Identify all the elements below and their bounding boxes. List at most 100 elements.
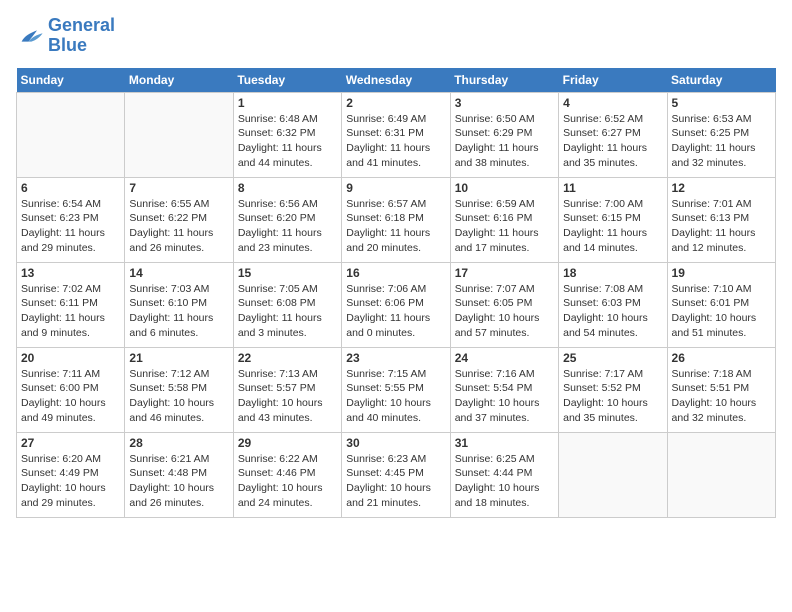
cell-content: Sunrise: 6:50 AM Sunset: 6:29 PM Dayligh…	[455, 112, 554, 171]
day-number: 4	[563, 96, 662, 110]
day-number: 3	[455, 96, 554, 110]
day-number: 5	[672, 96, 771, 110]
calendar-cell: 12 Sunrise: 7:01 AM Sunset: 6:13 PM Dayl…	[667, 177, 775, 262]
cell-content: Sunrise: 7:06 AM Sunset: 6:06 PM Dayligh…	[346, 282, 445, 341]
cell-content: Sunrise: 7:13 AM Sunset: 5:57 PM Dayligh…	[238, 367, 337, 426]
day-header: Monday	[125, 68, 233, 93]
cell-content: Sunrise: 6:59 AM Sunset: 6:16 PM Dayligh…	[455, 197, 554, 256]
calendar-cell: 24 Sunrise: 7:16 AM Sunset: 5:54 PM Dayl…	[450, 347, 558, 432]
calendar-cell: 2 Sunrise: 6:49 AM Sunset: 6:31 PM Dayli…	[342, 92, 450, 177]
calendar-cell: 21 Sunrise: 7:12 AM Sunset: 5:58 PM Dayl…	[125, 347, 233, 432]
cell-content: Sunrise: 7:02 AM Sunset: 6:11 PM Dayligh…	[21, 282, 120, 341]
cell-content: Sunrise: 7:08 AM Sunset: 6:03 PM Dayligh…	[563, 282, 662, 341]
calendar-cell	[667, 432, 775, 517]
day-number: 31	[455, 436, 554, 450]
day-number: 15	[238, 266, 337, 280]
calendar-cell: 7 Sunrise: 6:55 AM Sunset: 6:22 PM Dayli…	[125, 177, 233, 262]
day-header: Wednesday	[342, 68, 450, 93]
calendar-cell: 31 Sunrise: 6:25 AM Sunset: 4:44 PM Dayl…	[450, 432, 558, 517]
cell-content: Sunrise: 7:16 AM Sunset: 5:54 PM Dayligh…	[455, 367, 554, 426]
logo-text: General Blue	[48, 16, 115, 56]
day-number: 24	[455, 351, 554, 365]
calendar-cell: 6 Sunrise: 6:54 AM Sunset: 6:23 PM Dayli…	[17, 177, 125, 262]
calendar-cell: 9 Sunrise: 6:57 AM Sunset: 6:18 PM Dayli…	[342, 177, 450, 262]
calendar-cell: 16 Sunrise: 7:06 AM Sunset: 6:06 PM Dayl…	[342, 262, 450, 347]
day-number: 14	[129, 266, 228, 280]
cell-content: Sunrise: 7:15 AM Sunset: 5:55 PM Dayligh…	[346, 367, 445, 426]
day-number: 1	[238, 96, 337, 110]
calendar-cell: 1 Sunrise: 6:48 AM Sunset: 6:32 PM Dayli…	[233, 92, 341, 177]
cell-content: Sunrise: 6:48 AM Sunset: 6:32 PM Dayligh…	[238, 112, 337, 171]
day-number: 18	[563, 266, 662, 280]
day-number: 19	[672, 266, 771, 280]
calendar-cell: 19 Sunrise: 7:10 AM Sunset: 6:01 PM Dayl…	[667, 262, 775, 347]
cell-content: Sunrise: 7:17 AM Sunset: 5:52 PM Dayligh…	[563, 367, 662, 426]
cell-content: Sunrise: 7:07 AM Sunset: 6:05 PM Dayligh…	[455, 282, 554, 341]
day-header: Saturday	[667, 68, 775, 93]
calendar-cell: 25 Sunrise: 7:17 AM Sunset: 5:52 PM Dayl…	[559, 347, 667, 432]
cell-content: Sunrise: 7:00 AM Sunset: 6:15 PM Dayligh…	[563, 197, 662, 256]
day-number: 12	[672, 181, 771, 195]
cell-content: Sunrise: 7:01 AM Sunset: 6:13 PM Dayligh…	[672, 197, 771, 256]
day-number: 7	[129, 181, 228, 195]
calendar-cell: 20 Sunrise: 7:11 AM Sunset: 6:00 PM Dayl…	[17, 347, 125, 432]
day-header: Sunday	[17, 68, 125, 93]
cell-content: Sunrise: 6:53 AM Sunset: 6:25 PM Dayligh…	[672, 112, 771, 171]
day-number: 29	[238, 436, 337, 450]
cell-content: Sunrise: 7:03 AM Sunset: 6:10 PM Dayligh…	[129, 282, 228, 341]
day-number: 10	[455, 181, 554, 195]
day-number: 28	[129, 436, 228, 450]
calendar-cell	[125, 92, 233, 177]
calendar-table: SundayMondayTuesdayWednesdayThursdayFrid…	[16, 68, 776, 518]
day-header: Friday	[559, 68, 667, 93]
calendar-cell: 10 Sunrise: 6:59 AM Sunset: 6:16 PM Dayl…	[450, 177, 558, 262]
day-number: 25	[563, 351, 662, 365]
day-number: 21	[129, 351, 228, 365]
cell-content: Sunrise: 6:54 AM Sunset: 6:23 PM Dayligh…	[21, 197, 120, 256]
cell-content: Sunrise: 6:55 AM Sunset: 6:22 PM Dayligh…	[129, 197, 228, 256]
calendar-cell: 14 Sunrise: 7:03 AM Sunset: 6:10 PM Dayl…	[125, 262, 233, 347]
calendar-cell: 11 Sunrise: 7:00 AM Sunset: 6:15 PM Dayl…	[559, 177, 667, 262]
day-number: 23	[346, 351, 445, 365]
cell-content: Sunrise: 6:52 AM Sunset: 6:27 PM Dayligh…	[563, 112, 662, 171]
day-number: 9	[346, 181, 445, 195]
calendar-cell: 4 Sunrise: 6:52 AM Sunset: 6:27 PM Dayli…	[559, 92, 667, 177]
calendar-cell: 29 Sunrise: 6:22 AM Sunset: 4:46 PM Dayl…	[233, 432, 341, 517]
cell-content: Sunrise: 6:49 AM Sunset: 6:31 PM Dayligh…	[346, 112, 445, 171]
day-number: 6	[21, 181, 120, 195]
page-header: General Blue	[16, 16, 776, 56]
calendar-cell: 22 Sunrise: 7:13 AM Sunset: 5:57 PM Dayl…	[233, 347, 341, 432]
cell-content: Sunrise: 7:11 AM Sunset: 6:00 PM Dayligh…	[21, 367, 120, 426]
calendar-cell: 18 Sunrise: 7:08 AM Sunset: 6:03 PM Dayl…	[559, 262, 667, 347]
calendar-cell: 27 Sunrise: 6:20 AM Sunset: 4:49 PM Dayl…	[17, 432, 125, 517]
cell-content: Sunrise: 6:21 AM Sunset: 4:48 PM Dayligh…	[129, 452, 228, 511]
day-number: 16	[346, 266, 445, 280]
day-number: 13	[21, 266, 120, 280]
calendar-cell: 3 Sunrise: 6:50 AM Sunset: 6:29 PM Dayli…	[450, 92, 558, 177]
cell-content: Sunrise: 6:23 AM Sunset: 4:45 PM Dayligh…	[346, 452, 445, 511]
calendar-cell: 23 Sunrise: 7:15 AM Sunset: 5:55 PM Dayl…	[342, 347, 450, 432]
cell-content: Sunrise: 6:20 AM Sunset: 4:49 PM Dayligh…	[21, 452, 120, 511]
cell-content: Sunrise: 7:10 AM Sunset: 6:01 PM Dayligh…	[672, 282, 771, 341]
day-number: 20	[21, 351, 120, 365]
day-number: 17	[455, 266, 554, 280]
calendar-cell: 28 Sunrise: 6:21 AM Sunset: 4:48 PM Dayl…	[125, 432, 233, 517]
calendar-cell	[17, 92, 125, 177]
day-number: 30	[346, 436, 445, 450]
cell-content: Sunrise: 7:05 AM Sunset: 6:08 PM Dayligh…	[238, 282, 337, 341]
calendar-cell: 8 Sunrise: 6:56 AM Sunset: 6:20 PM Dayli…	[233, 177, 341, 262]
day-number: 27	[21, 436, 120, 450]
cell-content: Sunrise: 7:12 AM Sunset: 5:58 PM Dayligh…	[129, 367, 228, 426]
day-number: 26	[672, 351, 771, 365]
day-header: Thursday	[450, 68, 558, 93]
logo: General Blue	[16, 16, 115, 56]
cell-content: Sunrise: 7:18 AM Sunset: 5:51 PM Dayligh…	[672, 367, 771, 426]
cell-content: Sunrise: 6:22 AM Sunset: 4:46 PM Dayligh…	[238, 452, 337, 511]
calendar-cell: 13 Sunrise: 7:02 AM Sunset: 6:11 PM Dayl…	[17, 262, 125, 347]
day-number: 2	[346, 96, 445, 110]
day-number: 11	[563, 181, 662, 195]
calendar-cell	[559, 432, 667, 517]
calendar-cell: 5 Sunrise: 6:53 AM Sunset: 6:25 PM Dayli…	[667, 92, 775, 177]
calendar-cell: 15 Sunrise: 7:05 AM Sunset: 6:08 PM Dayl…	[233, 262, 341, 347]
cell-content: Sunrise: 6:25 AM Sunset: 4:44 PM Dayligh…	[455, 452, 554, 511]
